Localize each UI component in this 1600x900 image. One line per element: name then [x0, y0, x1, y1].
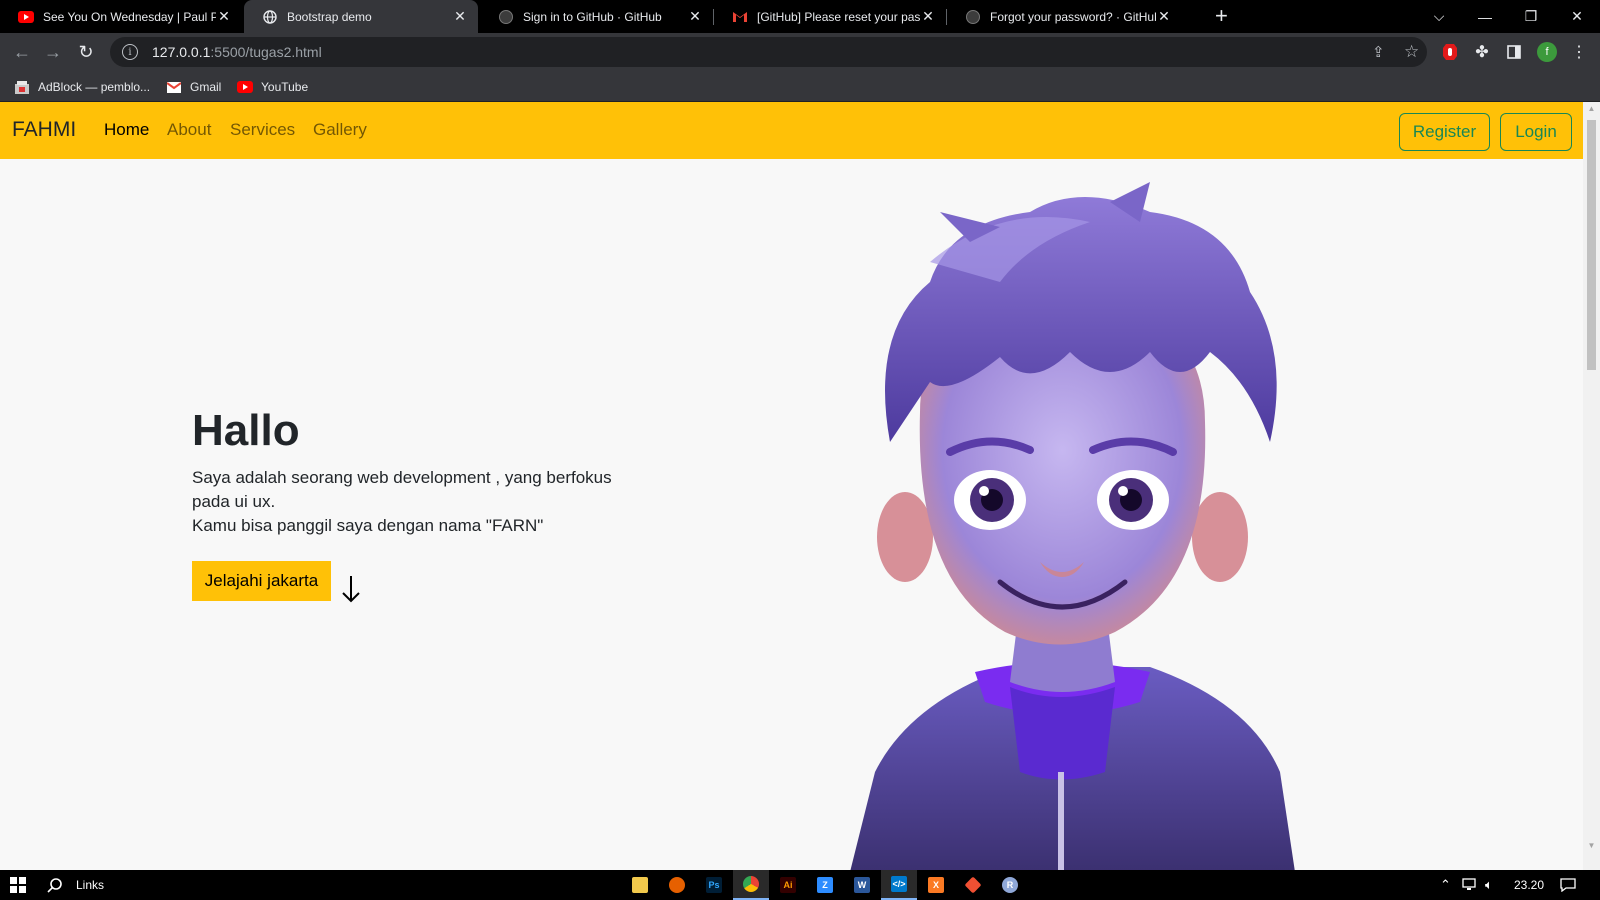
tab-title: See You On Wednesday | Paul Pa: [43, 9, 216, 24]
firefox-icon[interactable]: [659, 870, 695, 900]
github-icon: [965, 9, 981, 25]
close-window-button[interactable]: ✕: [1554, 0, 1600, 33]
github-icon: [498, 9, 514, 25]
volume-icon[interactable]: 🔈︎: [1485, 870, 1493, 900]
url-path: :5500/tugas2.html: [210, 44, 322, 60]
adblock-icon: [14, 80, 30, 94]
windows-start-icon[interactable]: [0, 870, 36, 900]
youtube-icon: [18, 9, 34, 25]
hero-description: Saya adalah seorang web development , ya…: [192, 466, 632, 538]
bookmark-youtube[interactable]: YouTube: [237, 77, 308, 97]
close-tab-icon[interactable]: ✕: [687, 8, 703, 25]
extensions-puzzle-icon[interactable]: ✤: [1470, 40, 1494, 64]
explore-jakarta-button[interactable]: Jelajahi jakarta: [192, 561, 331, 601]
nav-link-gallery[interactable]: Gallery: [313, 120, 367, 140]
nav-link-home[interactable]: Home: [104, 120, 149, 140]
tab-title: Sign in to GitHub · GitHub: [523, 9, 662, 24]
page-scrollbar[interactable]: ▲ ▼: [1583, 102, 1600, 870]
photoshop-icon[interactable]: Ps: [696, 870, 732, 900]
r-icon[interactable]: R: [992, 870, 1028, 900]
scrollbar-thumb[interactable]: [1587, 120, 1596, 370]
youtube-icon: [237, 80, 253, 94]
back-arrow-icon[interactable]: ←: [10, 40, 34, 64]
globe-icon: [262, 9, 278, 25]
bookmarks-bar: AdBlock — pemblo... Gmail YouTube: [0, 71, 1600, 102]
hero-text-line-1: Saya adalah seorang web development , ya…: [192, 468, 612, 511]
forward-arrow-icon[interactable]: →: [41, 40, 65, 64]
new-tab-button[interactable]: +: [1215, 5, 1228, 27]
bookmark-gmail[interactable]: Gmail: [166, 77, 221, 97]
network-icon[interactable]: [1462, 870, 1478, 900]
bookmark-star-icon[interactable]: ☆: [1404, 37, 1419, 67]
site-info-icon[interactable]: i: [122, 44, 138, 60]
tab-title: [GitHub] Please reset your passw: [757, 9, 920, 24]
scroll-up-icon[interactable]: ▲: [1587, 104, 1596, 113]
zoom-icon[interactable]: Z: [807, 870, 843, 900]
navbar: FAHMI Home About Services Gallery Regist…: [0, 102, 1583, 159]
browser-tab-github-forgot[interactable]: Forgot your password? · GitHub ✕: [947, 0, 1182, 33]
vscode-icon[interactable]: </>: [881, 870, 917, 900]
close-tab-icon[interactable]: ✕: [452, 8, 468, 25]
bookmark-label: YouTube: [261, 80, 309, 94]
windows-taskbar: Links Ps Ai Z W </> X R ⌃ 🔈︎ 23.20: [0, 870, 1600, 900]
navbar-brand[interactable]: FAHMI: [12, 118, 76, 142]
arrow-down-icon: [342, 576, 360, 603]
address-bar[interactable]: i 127.0.0.1:5500/tugas2.html ⇪ ☆: [110, 37, 1427, 67]
url-host: 127.0.0.1: [152, 44, 211, 60]
hero-text-line-2: Kamu bisa panggil saya dengan nama "FARN…: [192, 516, 544, 535]
notifications-icon[interactable]: [1560, 870, 1576, 900]
illustrator-icon[interactable]: Ai: [770, 870, 806, 900]
bookmark-label: AdBlock — pemblo...: [38, 80, 151, 94]
xampp-icon[interactable]: X: [918, 870, 954, 900]
browser-tab-gmail[interactable]: [GitHub] Please reset your passw ✕: [714, 0, 946, 33]
tab-title: Bootstrap demo: [287, 9, 372, 24]
file-explorer-icon[interactable]: [622, 870, 658, 900]
adblock-extension-icon[interactable]: [1438, 40, 1462, 64]
gmail-icon: [732, 9, 748, 25]
profile-avatar[interactable]: f: [1535, 40, 1559, 64]
browser-tab-strip: See You On Wednesday | Paul Pa ✕ Bootstr…: [0, 0, 1600, 33]
git-icon[interactable]: [955, 870, 991, 900]
restore-button[interactable]: ❐: [1508, 0, 1554, 33]
nav-link-about[interactable]: About: [167, 120, 211, 140]
minimize-button[interactable]: —: [1462, 0, 1508, 33]
chrome-icon[interactable]: [733, 870, 769, 900]
tab-search-icon[interactable]: ⌵: [1416, 0, 1462, 33]
clock[interactable]: 23.20: [1514, 870, 1544, 900]
close-tab-icon[interactable]: ✕: [920, 8, 936, 25]
nav-link-services[interactable]: Services: [230, 120, 295, 140]
tab-title: Forgot your password? · GitHub: [990, 9, 1156, 24]
cartoon-boy-avatar: [850, 182, 1295, 870]
share-icon[interactable]: ⇪: [1372, 37, 1385, 67]
close-tab-icon[interactable]: ✕: [216, 8, 232, 25]
word-icon[interactable]: W: [844, 870, 880, 900]
search-icon[interactable]: [37, 870, 73, 900]
browser-tab-youtube[interactable]: See You On Wednesday | Paul Pa ✕: [0, 0, 242, 33]
login-button[interactable]: Login: [1500, 113, 1572, 151]
browser-tab-github-signin[interactable]: Sign in to GitHub · GitHub ✕: [480, 0, 713, 33]
reload-icon[interactable]: ↻: [74, 40, 98, 64]
register-button[interactable]: Register: [1399, 113, 1490, 151]
taskbar-search-label[interactable]: Links: [76, 870, 104, 900]
show-hidden-icons-icon[interactable]: ⌃: [1440, 870, 1451, 900]
close-tab-icon[interactable]: ✕: [1156, 8, 1172, 25]
browser-toolbar: ← → ↻ i 127.0.0.1:5500/tugas2.html ⇪ ☆ ✤…: [0, 33, 1600, 71]
bookmark-adblock[interactable]: AdBlock — pemblo...: [14, 77, 150, 97]
gmail-icon: [166, 80, 182, 94]
hero-title: Hallo: [192, 406, 300, 455]
bookmark-label: Gmail: [190, 80, 222, 94]
page-viewport: FAHMI Home About Services Gallery Regist…: [0, 102, 1583, 870]
browser-tab-bootstrap-demo[interactable]: Bootstrap demo ✕: [244, 0, 478, 33]
side-panel-icon[interactable]: [1502, 40, 1526, 64]
browser-menu-icon[interactable]: ⋮: [1567, 40, 1591, 64]
scroll-down-icon[interactable]: ▼: [1587, 841, 1596, 850]
